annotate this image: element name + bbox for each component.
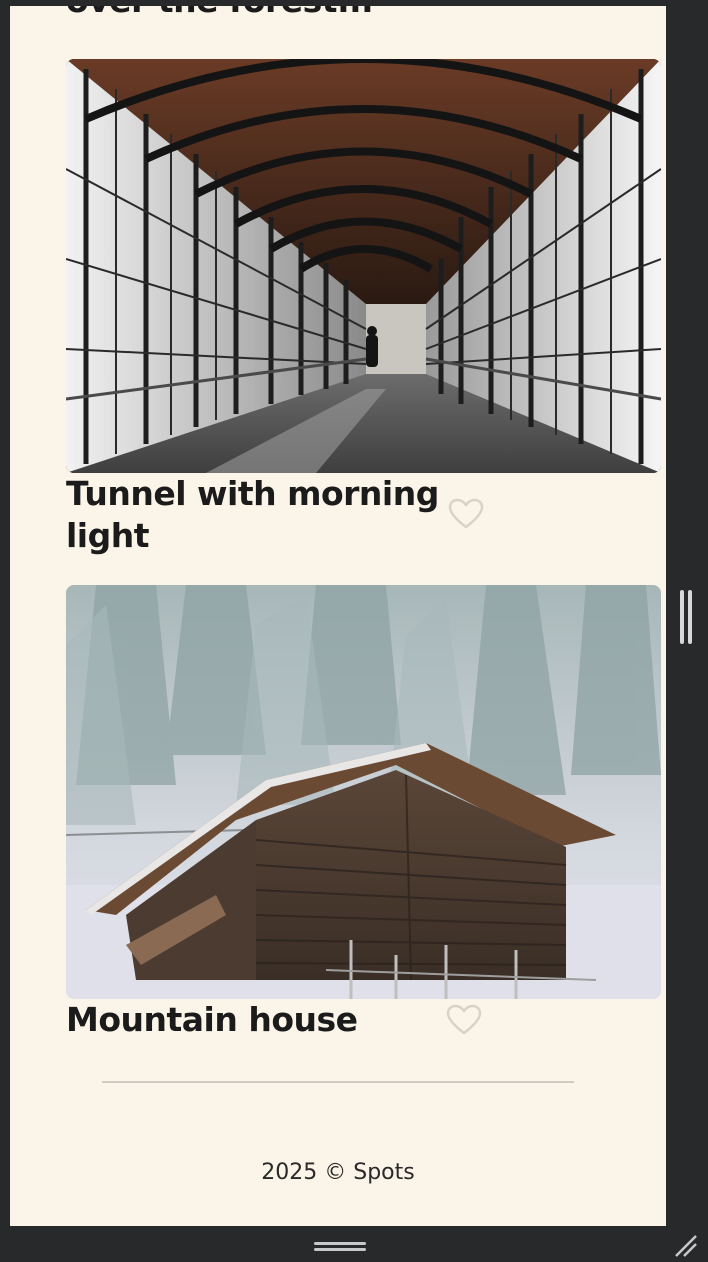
page-viewport: over the forest...	[10, 6, 666, 1226]
card-title-house: Mountain house	[66, 1000, 358, 1039]
like-button-house[interactable]	[446, 1004, 482, 1036]
resize-grip-icon[interactable]	[674, 1234, 698, 1258]
card-image-house[interactable]	[66, 585, 661, 999]
card-title-previous: over the forest...	[66, 6, 486, 22]
card-title-tunnel: Tunnel with morning light	[66, 474, 439, 555]
footer-divider	[102, 1081, 574, 1083]
card-image-tunnel[interactable]	[66, 59, 661, 473]
bottom-drag-handle[interactable]	[314, 1242, 366, 1254]
scrollbar-handle[interactable]	[680, 590, 694, 644]
heart-outline-icon	[446, 1004, 482, 1035]
footer-copyright: 2025 © Spots	[261, 1160, 415, 1185]
like-button-tunnel[interactable]	[448, 498, 484, 530]
heart-outline-icon	[448, 498, 484, 529]
